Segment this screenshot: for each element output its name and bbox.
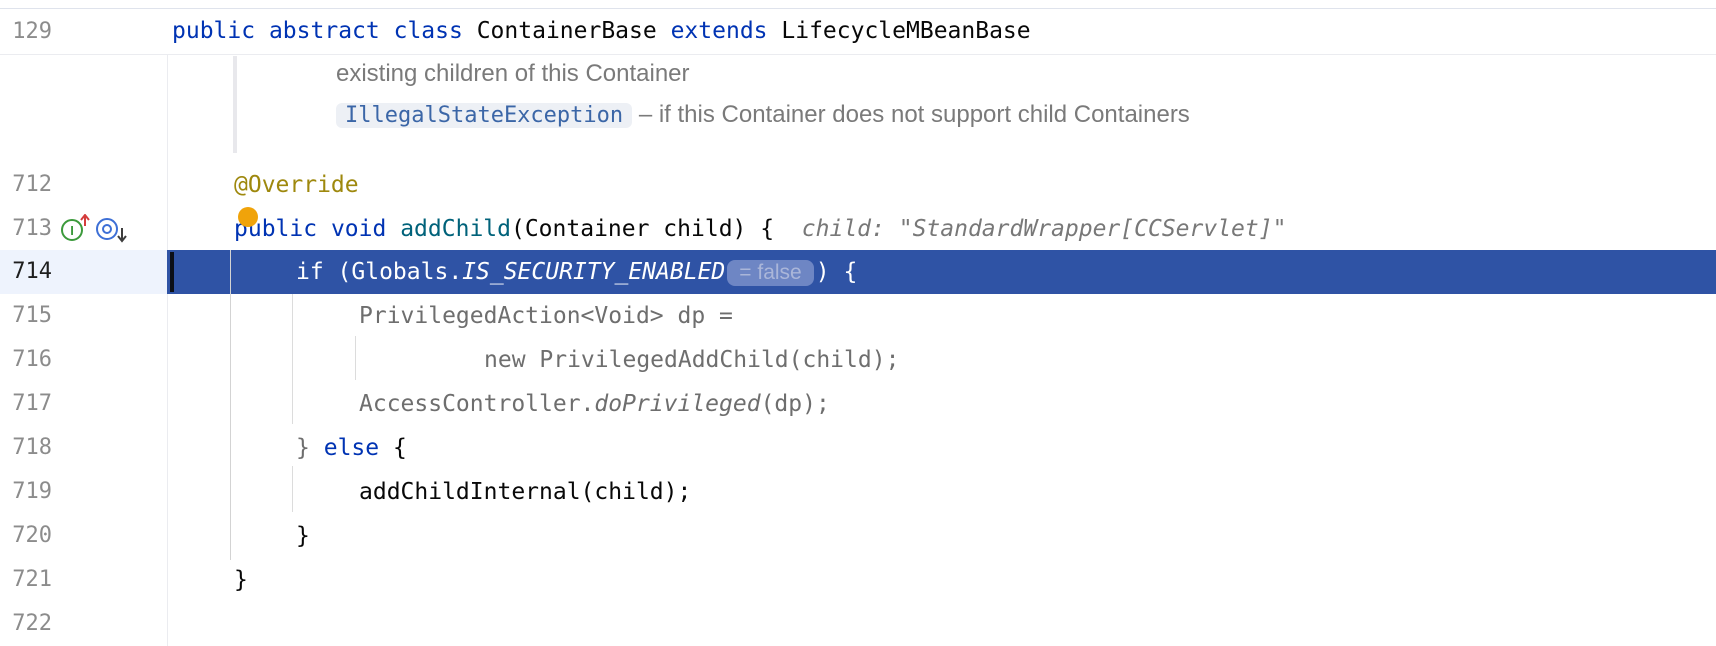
code-line[interactable]: addChildInternal(child); — [359, 470, 691, 514]
code-line[interactable]: AccessController.doPrivileged(dp); — [359, 382, 830, 426]
class-declaration[interactable]: public abstract class ContainerBase exte… — [172, 9, 1031, 54]
keyword: else — [323, 435, 380, 461]
code-text: AccessController. — [359, 391, 595, 417]
line-number: 718 — [12, 435, 52, 460]
line-number: 719 — [12, 479, 52, 504]
sticky-class-header[interactable]: 129 public abstract class ContainerBase … — [0, 9, 1716, 55]
method-call: doPrivileged — [594, 391, 761, 417]
code-line[interactable]: new PrivilegedAddChild(child); — [484, 338, 899, 382]
indent-guide — [230, 250, 231, 560]
text-caret — [170, 252, 174, 292]
breakpoint-dot-icon[interactable] — [238, 207, 258, 227]
doc-comment-bar — [233, 56, 237, 153]
doc-throws-text: – if this Container does not support chi… — [638, 101, 1190, 128]
line-number: 715 — [12, 303, 52, 328]
line-number: 717 — [12, 391, 52, 416]
doc-throws-line: IllegalStateException – if this Containe… — [336, 97, 1190, 134]
inline-debug-value: = false — [727, 259, 814, 286]
line-number: 129 — [12, 19, 52, 44]
if-statement[interactable]: if (Globals.IS_SECURITY_ENABLED = false) … — [296, 250, 857, 294]
line-number: 721 — [12, 567, 52, 592]
annotation-override[interactable]: @Override — [234, 163, 359, 207]
overrides-down-icon[interactable] — [95, 214, 129, 244]
method-args: (Container child) { — [510, 216, 775, 242]
svg-text:I: I — [70, 223, 74, 238]
brace[interactable]: } — [234, 558, 248, 602]
line-number: 712 — [12, 172, 52, 197]
keyword: extends — [670, 18, 768, 44]
keyword: abstract — [268, 18, 380, 44]
indent-guide — [292, 466, 293, 512]
line-number: 714 — [12, 259, 52, 284]
line-number: 722 — [12, 611, 52, 636]
method-name[interactable]: addChild — [400, 216, 511, 242]
indent-guide — [292, 294, 293, 424]
brace[interactable]: } — [296, 514, 310, 558]
constant-name: IS_SECURITY_ENABLED — [462, 259, 726, 285]
exception-link[interactable]: IllegalStateException — [336, 103, 633, 128]
debug-inline-value: child: "StandardWrapper[CCServlet]" — [801, 216, 1287, 242]
doc-text-line: existing children of this Container — [336, 60, 690, 87]
code-text: ) { — [815, 259, 858, 285]
parent-class-name: LifecycleMBeanBase — [781, 18, 1031, 44]
code-text: if (Globals. — [296, 259, 463, 285]
method-signature[interactable]: public void addChild(Container child) { … — [234, 207, 1286, 251]
line-number: 716 — [12, 347, 52, 372]
keyword: void — [330, 216, 387, 242]
line-number: 720 — [12, 523, 52, 548]
line-number: 713 — [12, 216, 52, 241]
else-line[interactable]: } else { — [296, 426, 407, 470]
keyword: public — [172, 18, 256, 44]
brace: } — [296, 435, 310, 461]
implements-up-icon[interactable]: I — [60, 213, 92, 244]
brace: { — [392, 435, 407, 461]
class-name: ContainerBase — [476, 18, 657, 44]
gutter-separator — [167, 55, 168, 646]
indent-guide — [355, 336, 356, 380]
code-line[interactable]: PrivilegedAction<Void> dp = — [359, 294, 733, 338]
keyword: class — [393, 18, 463, 44]
code-text: (dp); — [760, 391, 830, 417]
